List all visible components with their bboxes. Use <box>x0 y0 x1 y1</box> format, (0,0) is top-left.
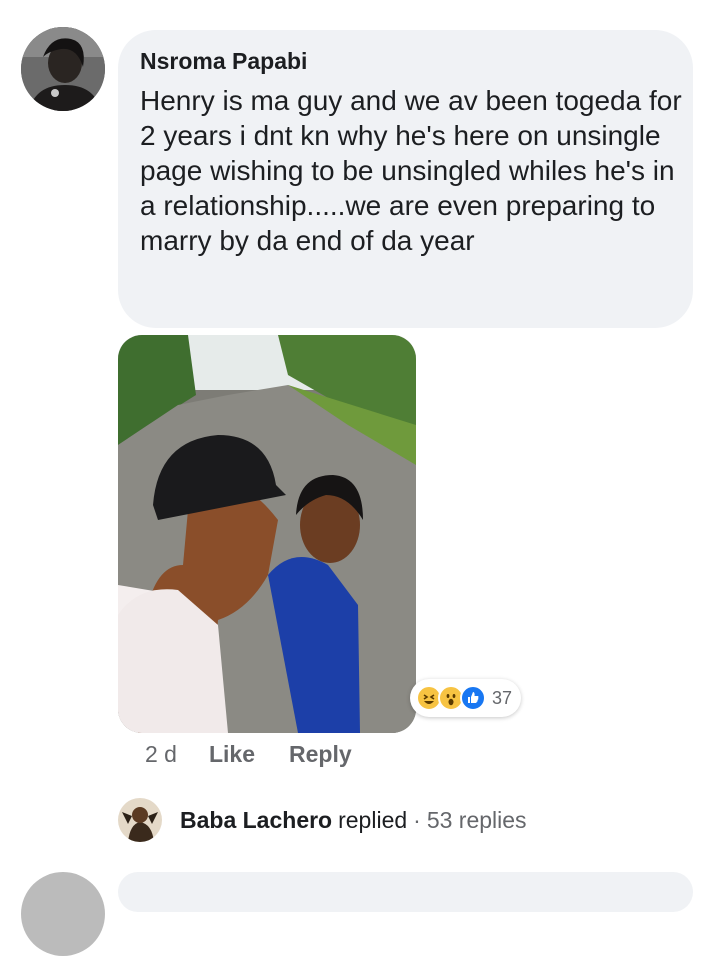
comment-author-name[interactable]: Nsroma Papabi <box>140 48 307 75</box>
next-comment-avatar[interactable] <box>21 872 105 956</box>
commenter-avatar[interactable] <box>21 27 105 111</box>
like-reaction-icon <box>460 685 486 711</box>
comment-text: Henry is ma guy and we av been togeda fo… <box>140 85 682 256</box>
reply-count: 53 replies <box>426 806 527 833</box>
view-replies-link[interactable]: Baba Lachero replied · 53 replies <box>118 798 527 842</box>
like-button[interactable]: Like <box>209 741 255 768</box>
comment-actions: 2 d Like Reply <box>145 741 386 768</box>
reply-button[interactable]: Reply <box>289 741 352 768</box>
comment-photo[interactable] <box>118 335 416 733</box>
reaction-count: 37 <box>492 687 513 708</box>
next-comment-bubble <box>118 872 693 912</box>
comment-bubble: Nsroma Papabi Henry is ma guy and we av … <box>118 30 693 328</box>
replied-label: replied <box>338 806 408 833</box>
comment-timestamp[interactable]: 2 d <box>145 741 177 768</box>
reactions-summary[interactable]: 37 <box>410 679 522 717</box>
replier-name: Baba Lachero <box>180 806 333 833</box>
dot-separator: · <box>413 806 421 833</box>
replier-avatar <box>118 798 162 842</box>
